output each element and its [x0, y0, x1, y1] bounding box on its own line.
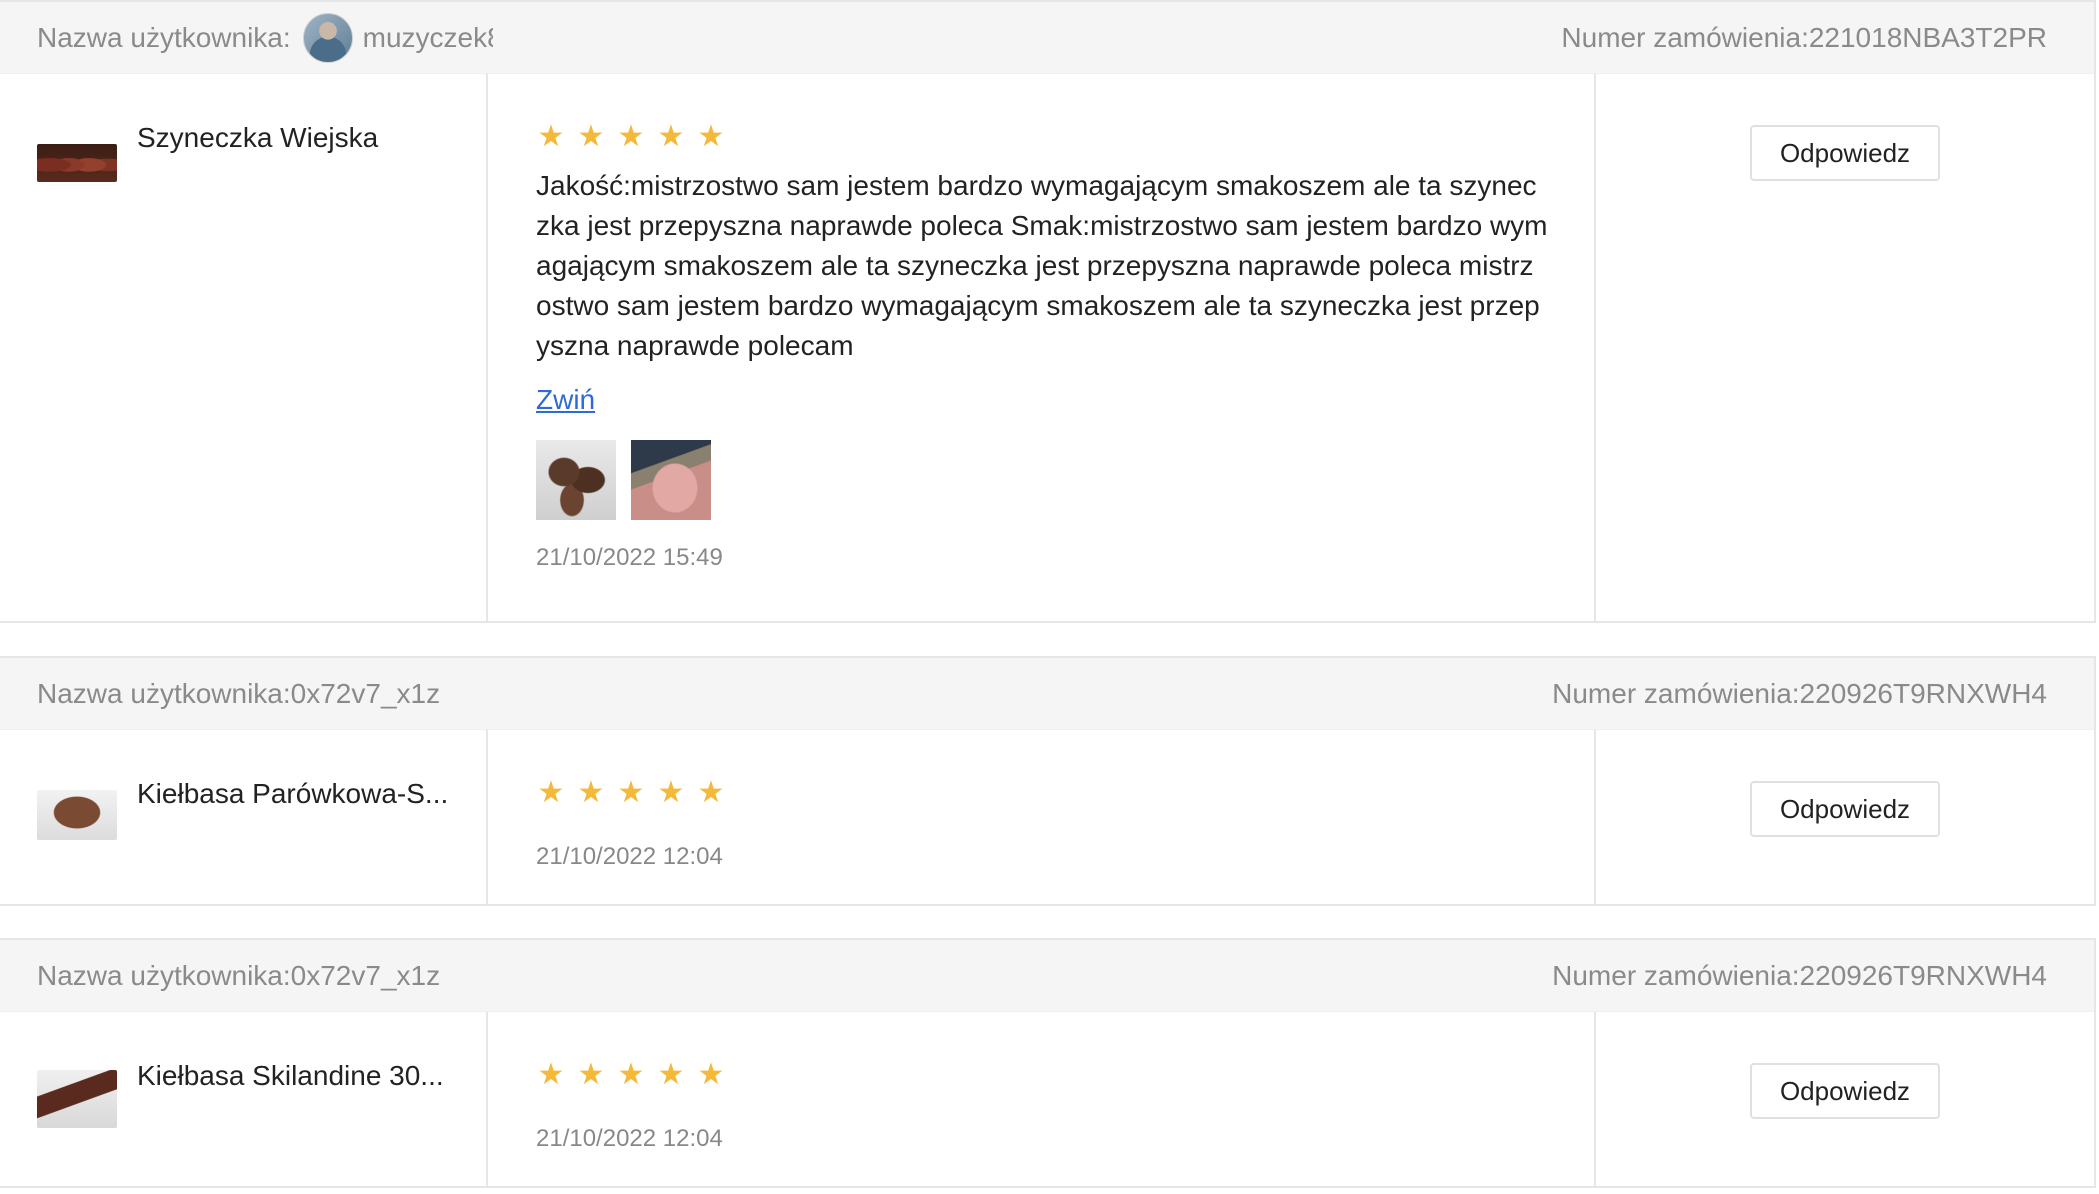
review-text: Jakość:mistrzostwo sam jestem bardzo wym… — [536, 170, 1548, 361]
username-label: Nazwa użytkownika: — [37, 677, 291, 709]
order-number: 221018NBA3T2PR — [1808, 21, 2047, 53]
order-label: Numer zamówienia: — [1552, 959, 1800, 991]
product-column: Kiełbasa Skilandine 30... — [0, 1012, 488, 1186]
product-thumbnail[interactable] — [37, 790, 117, 840]
order-label: Numer zamówienia: — [1552, 677, 1800, 709]
star-icon: ★ — [537, 119, 565, 154]
product-name[interactable]: Szyneczka Wiejska — [137, 122, 467, 154]
order-info: Numer zamówienia:221018NBA3T2PR — [1561, 22, 2047, 54]
review-card-body: Szyneczka Wiejska ★ ★ ★ ★ ★ Jakość:mistr… — [0, 74, 2094, 621]
action-column: Odpowiedz — [1596, 1012, 2094, 1186]
star-icon: ★ — [697, 1057, 725, 1092]
product-thumbnail[interactable] — [37, 1070, 117, 1128]
action-column: Odpowiedz — [1596, 730, 2094, 904]
star-icon: ★ — [577, 1057, 605, 1092]
review-column: ★ ★ ★ ★ ★ 21/10/2022 12:04 — [488, 1012, 1596, 1186]
username-label: Nazwa użytkownika: — [37, 959, 291, 991]
review-card-header: Nazwa użytkownika: 0x72v7_x1z Numer zamów… — [0, 658, 2094, 730]
order-number: 220926T9RNXWH4 — [1799, 677, 2047, 709]
product-name[interactable]: Kiełbasa Parówkowa-S... — [137, 778, 467, 810]
username-info: Nazwa użytkownika: 0x72v7_x1z — [37, 960, 440, 992]
star-icon: ★ — [697, 119, 725, 154]
username-info: Nazwa użytkownika: 0x72v7_x1z — [37, 678, 440, 710]
star-rating: ★ ★ ★ ★ ★ — [536, 1060, 726, 1090]
product-column: Kiełbasa Parówkowa-S... — [0, 730, 488, 904]
review-photo[interactable] — [631, 440, 711, 520]
review-card: Nazwa użytkownika: 0x72v7_x1z Numer zamów… — [0, 938, 2096, 1188]
review-date: 21/10/2022 15:49 — [536, 544, 723, 571]
star-icon: ★ — [657, 775, 685, 810]
star-icon: ★ — [537, 775, 565, 810]
star-icon: ★ — [657, 119, 685, 154]
username: 0x72v7_x1z — [290, 959, 441, 991]
star-icon: ★ — [657, 1057, 685, 1092]
username-info: Nazwa użytkownika: muzyczek8 — [37, 12, 493, 63]
star-icon: ★ — [577, 775, 605, 810]
order-info: Numer zamówienia:220926T9RNXWH4 — [1552, 678, 2047, 710]
product-column: Szyneczka Wiejska — [0, 74, 488, 621]
username: 0x72v7_x1z — [290, 677, 441, 709]
review-card: Nazwa użytkownika: muzyczek8 Numer zamów… — [0, 0, 2096, 623]
product-name[interactable]: Kiełbasa Skilandine 30... — [137, 1060, 467, 1092]
username: muzyczek8 — [362, 21, 493, 53]
avatar — [302, 12, 353, 63]
review-date: 21/10/2022 12:04 — [536, 843, 723, 870]
star-icon: ★ — [617, 775, 645, 810]
review-list: Nazwa użytkownika: muzyczek8 Numer zamów… — [0, 0, 2099, 1194]
review-photo[interactable] — [536, 440, 616, 520]
reply-button[interactable]: Odpowiedz — [1750, 125, 1940, 181]
order-info: Numer zamówienia:220926T9RNXWH4 — [1552, 960, 2047, 992]
review-card-header: Nazwa użytkownika: muzyczek8 Numer zamów… — [0, 2, 2094, 74]
review-card-body: Kiełbasa Skilandine 30... ★ ★ ★ ★ ★ 21/1… — [0, 1012, 2094, 1186]
reply-button[interactable]: Odpowiedz — [1750, 1063, 1940, 1119]
star-icon: ★ — [577, 119, 605, 154]
star-rating: ★ ★ ★ ★ ★ — [536, 778, 726, 808]
review-date: 21/10/2022 12:04 — [536, 1125, 723, 1152]
order-number: 220926T9RNXWH4 — [1799, 959, 2047, 991]
username-label: Nazwa użytkownika: — [37, 21, 291, 53]
star-icon: ★ — [617, 119, 645, 154]
star-rating: ★ ★ ★ ★ ★ — [536, 122, 726, 152]
reply-button[interactable]: Odpowiedz — [1750, 781, 1940, 837]
review-card-body: Kiełbasa Parówkowa-S... ★ ★ ★ ★ ★ 21/10/… — [0, 730, 2094, 904]
collapse-link[interactable]: Zwiń — [536, 384, 595, 416]
product-thumbnail[interactable] — [37, 144, 117, 182]
order-label: Numer zamówienia: — [1561, 21, 1809, 53]
review-column: ★ ★ ★ ★ ★ Jakość:mistrzostwo sam jestem … — [488, 74, 1596, 621]
action-column: Odpowiedz — [1596, 74, 2094, 621]
review-photos — [536, 440, 711, 520]
review-card-header: Nazwa użytkownika: 0x72v7_x1z Numer zamów… — [0, 940, 2094, 1012]
star-icon: ★ — [617, 1057, 645, 1092]
review-column: ★ ★ ★ ★ ★ 21/10/2022 12:04 — [488, 730, 1596, 904]
star-icon: ★ — [697, 775, 725, 810]
review-card: Nazwa użytkownika: 0x72v7_x1z Numer zamów… — [0, 656, 2096, 906]
star-icon: ★ — [537, 1057, 565, 1092]
